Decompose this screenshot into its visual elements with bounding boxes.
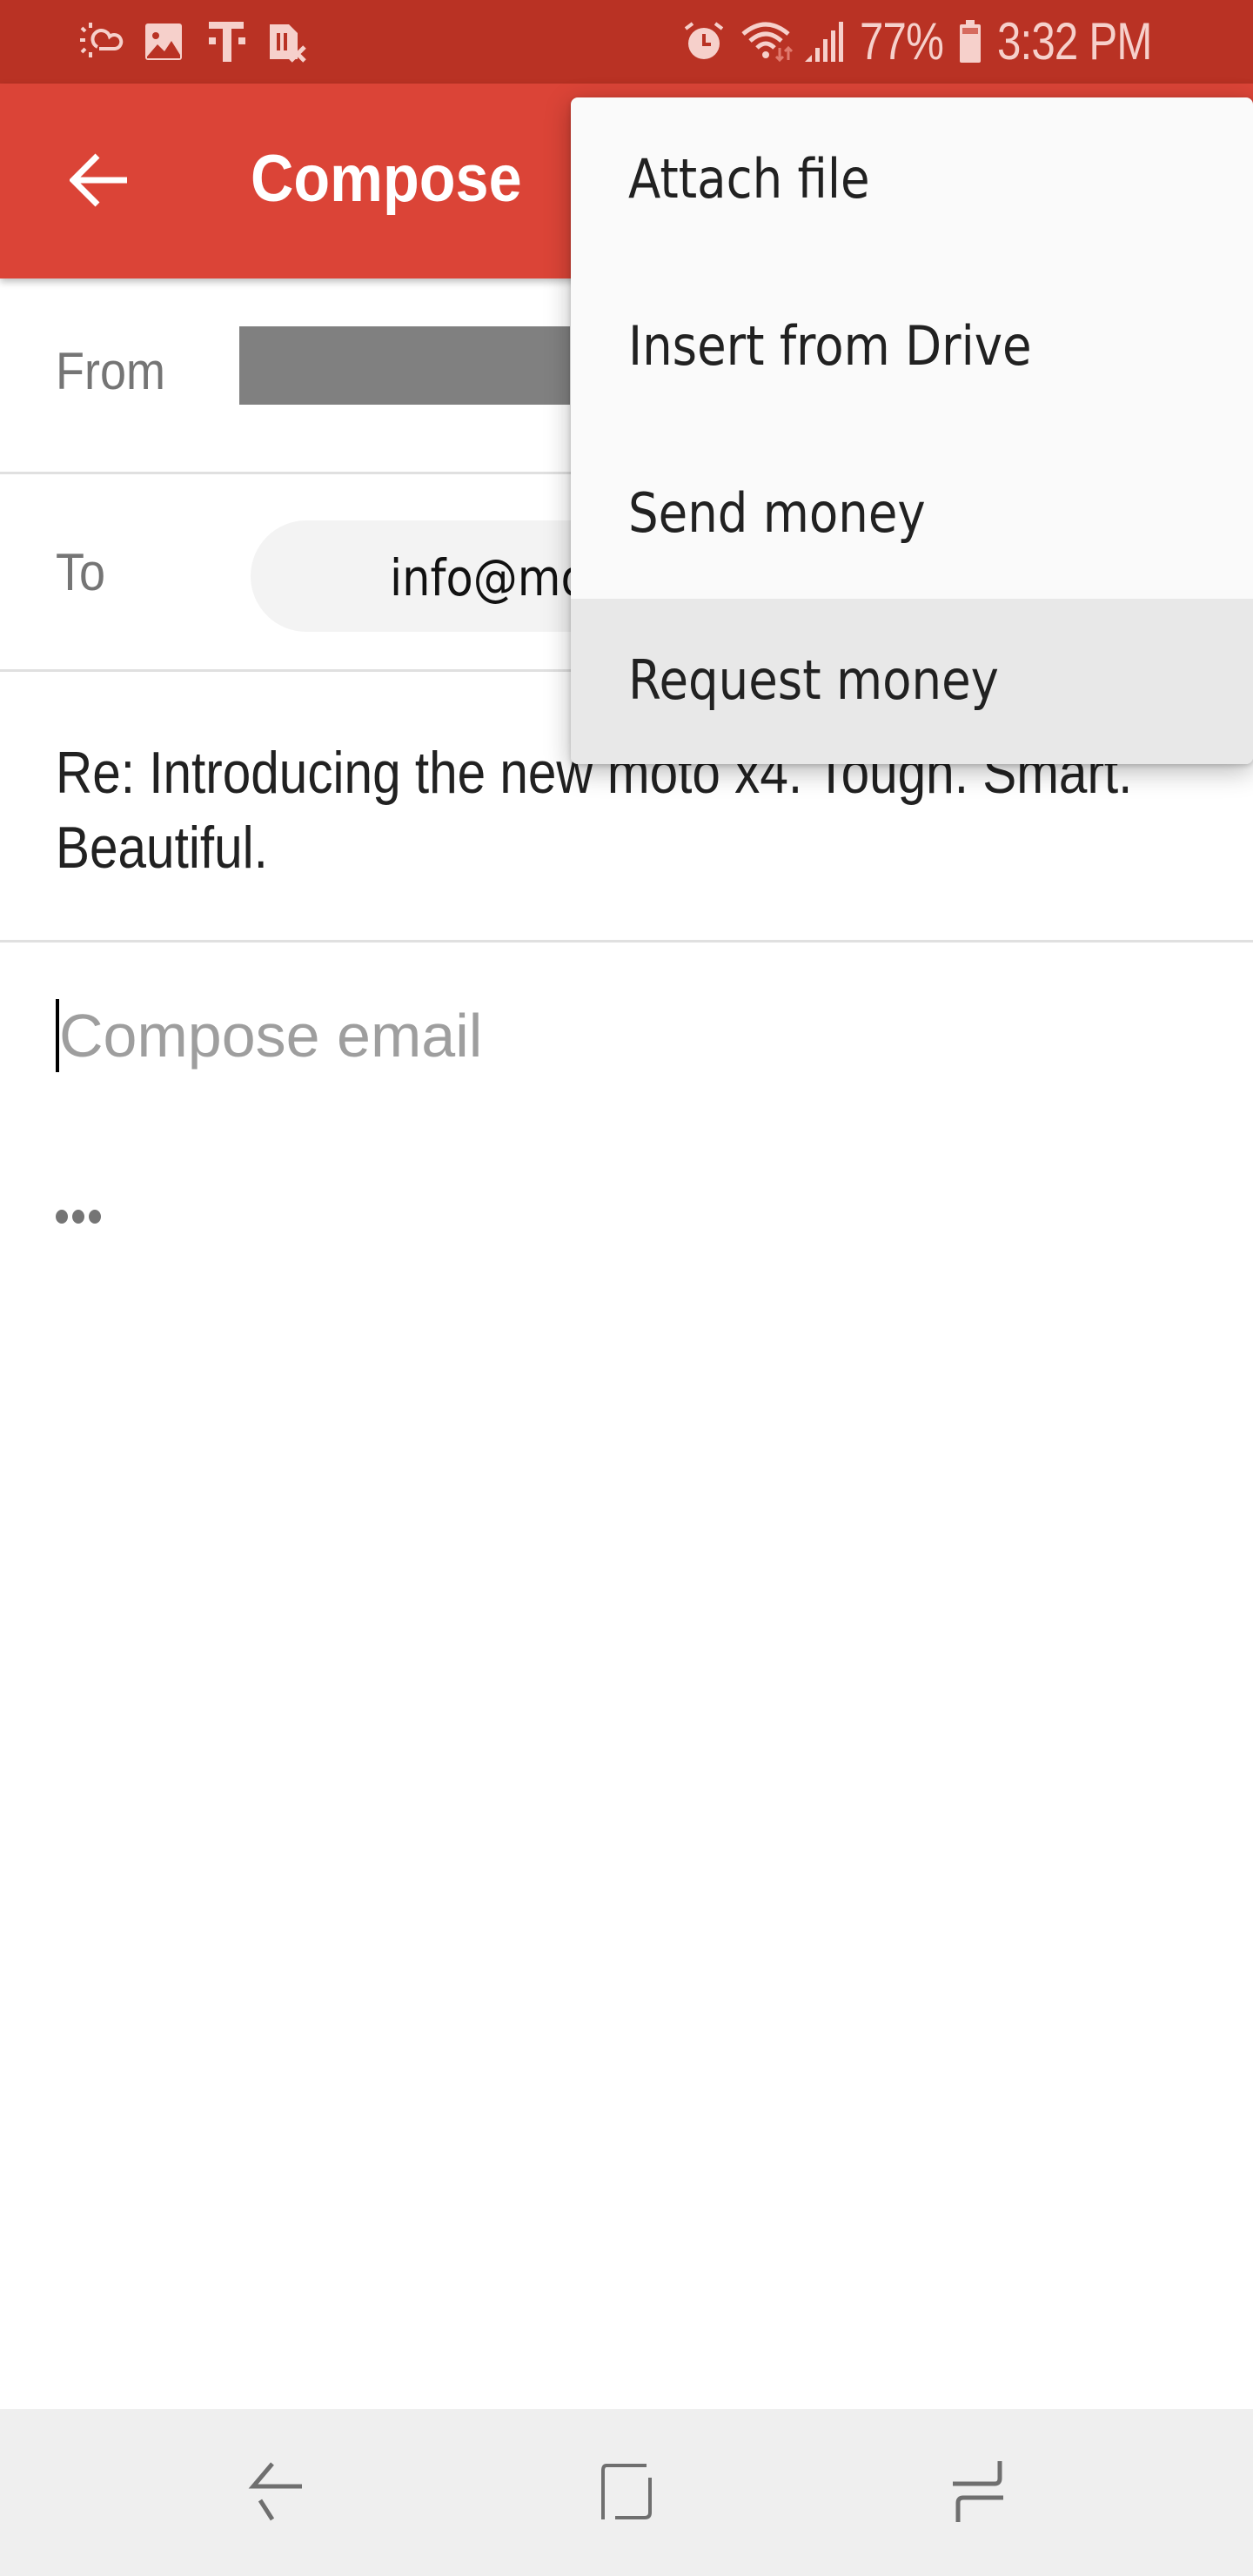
from-account-redacted[interactable] [239,326,570,405]
recipient-email: info@mo [390,548,588,607]
to-label: To [56,543,106,601]
more-icon-dot [89,1210,101,1224]
nav-back-button[interactable] [226,2444,331,2541]
menu-item-send-money[interactable]: Send money [571,432,1253,599]
more-icon-dot [72,1210,84,1224]
menu-item-attach-file[interactable]: Attach file [571,97,1253,265]
system-nav-bar [0,2409,1253,2576]
alarm-icon [680,19,727,64]
compose-body-input[interactable]: Compose email [56,992,1187,1097]
home-icon [601,2464,652,2519]
menu-item-request-money[interactable]: Request money [571,599,1253,764]
no-sim-icon [266,19,310,64]
menu-item-label: Send money [628,481,926,545]
clock: 3:32 PM [997,12,1152,70]
t-mobile-icon [203,19,251,64]
compose-placeholder: Compose email [59,1002,483,1070]
weather-icon [77,19,129,64]
wifi-icon [740,19,799,64]
status-bar: 77% 3:32 PM [0,0,1253,84]
overflow-menu: Attach file Insert from Drive Send money… [571,97,1253,764]
back-button[interactable] [52,132,148,228]
nav-home-button[interactable] [574,2444,679,2541]
from-label: From [56,342,165,400]
battery-percent: 77% [860,12,944,70]
more-icon [56,1210,68,1224]
nav-recents-button[interactable] [926,2444,1030,2541]
menu-item-label: Insert from Drive [628,314,1032,378]
back-icon [248,2462,302,2521]
menu-item-label: Request money [628,648,999,712]
page-title: Compose [251,142,522,216]
battery-icon [957,19,983,64]
menu-item-label: Attach file [628,147,870,211]
signal-icon [802,19,846,64]
gallery-icon [142,19,185,64]
show-quoted-text-button[interactable] [56,1210,101,1224]
arrow-back-icon [70,153,127,207]
recents-icon [953,2461,1003,2522]
menu-item-insert-from-drive[interactable]: Insert from Drive [571,265,1253,432]
